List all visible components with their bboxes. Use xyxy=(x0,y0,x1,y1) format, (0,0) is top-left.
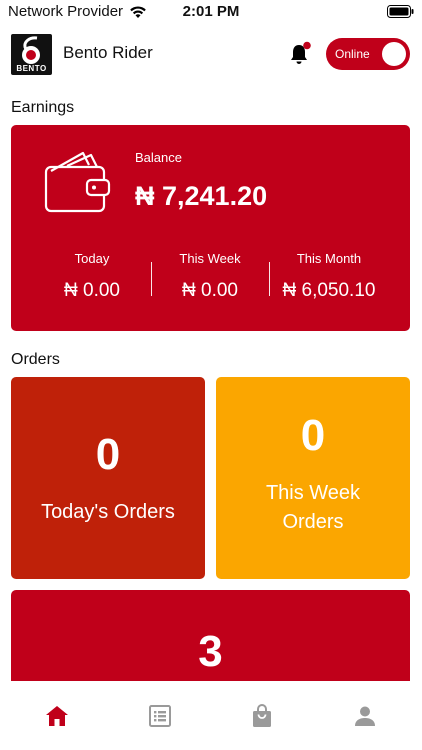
period-value: ₦ 0.00 xyxy=(182,280,238,301)
shopping-bag-icon[interactable] xyxy=(249,703,275,729)
tile-value: 0 xyxy=(300,411,326,460)
notification-badge xyxy=(303,41,311,50)
person-icon[interactable] xyxy=(352,703,378,729)
online-status-toggle[interactable]: Online xyxy=(326,38,410,70)
tile-value: 3 xyxy=(198,627,223,676)
todays-orders-tile[interactable]: 0 Today's Orders xyxy=(11,377,205,579)
period-label: This Month xyxy=(296,251,362,266)
home-icon[interactable] xyxy=(44,703,70,729)
period-today: Today ₦ 0.00 xyxy=(33,251,151,302)
tile-label: This Week Orders xyxy=(265,482,361,533)
battery-icon xyxy=(387,5,414,18)
bento-logo: BENTO xyxy=(11,34,52,75)
period-value: ₦ 6,050.10 xyxy=(282,280,376,301)
tile-value: 0 xyxy=(95,429,121,479)
status-time: 2:01 PM xyxy=(182,3,240,20)
period-value: ₦ 0.00 xyxy=(64,280,120,301)
app-title: Bento Rider xyxy=(63,43,153,62)
balance-value: ₦ 7,241.20 xyxy=(135,181,268,211)
online-status-label: Online xyxy=(335,47,370,61)
orders-section-title: Orders xyxy=(11,351,60,368)
list-icon[interactable] xyxy=(147,703,173,729)
tile-label: Today's Orders xyxy=(41,500,175,523)
period-this-month: This Month ₦ 6,050.10 xyxy=(269,251,389,302)
period-label: This Week xyxy=(179,251,241,266)
this-week-orders-tile[interactable]: 0 This Week Orders xyxy=(216,377,410,579)
wallet-icon xyxy=(44,151,111,213)
period-this-week: This Week ₦ 0.00 xyxy=(151,251,269,302)
earnings-card: Balance ₦ 7,241.20 Today ₦ 0.00 This Wee… xyxy=(11,125,410,331)
notification-bell-icon[interactable] xyxy=(286,41,312,67)
status-bar: Network Provider 2:01 PM xyxy=(0,0,422,24)
logo-text: BENTO xyxy=(16,64,47,73)
bottom-navigation xyxy=(0,681,422,750)
app-header: BENTO Bento Rider Online xyxy=(0,30,422,78)
period-label: Today xyxy=(74,251,110,266)
earnings-section-title: Earnings xyxy=(11,99,75,116)
balance-label: Balance xyxy=(135,150,182,165)
toggle-knob xyxy=(382,42,406,66)
